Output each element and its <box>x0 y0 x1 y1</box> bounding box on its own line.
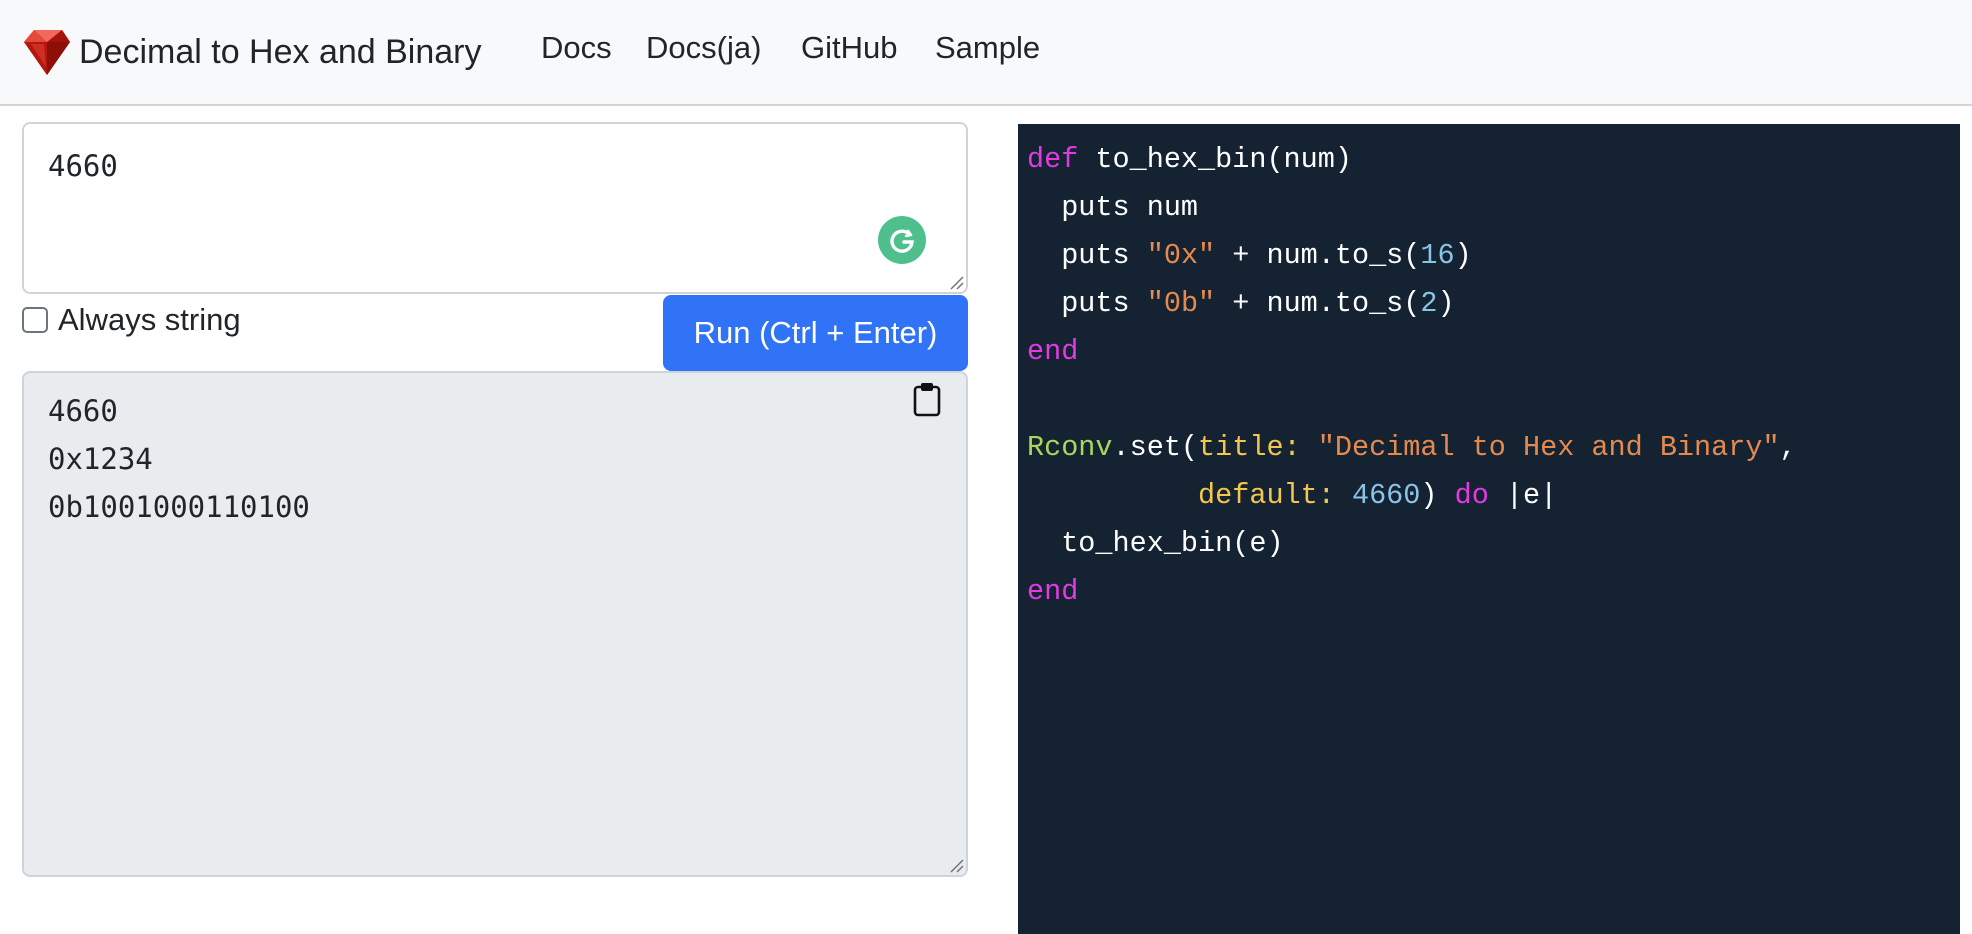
code-token: ) <box>1454 239 1472 272</box>
nav-link-docs[interactable]: Docs <box>541 30 612 66</box>
code-line: Rconv.set(title: "Decimal to Hex and Bin… <box>1027 424 1797 472</box>
code-token: + num.to_s( <box>1215 239 1421 272</box>
code-token: , <box>1779 431 1797 464</box>
code-token: puts <box>1027 239 1147 272</box>
nav-link-sample[interactable]: Sample <box>935 30 1040 66</box>
code-token: "0x" <box>1146 239 1216 272</box>
code-line: end <box>1027 328 1797 376</box>
always-string-label: Always string <box>58 302 241 337</box>
code-token: end <box>1027 335 1079 368</box>
code-token: puts <box>1027 287 1147 320</box>
code-token: |e| <box>1488 479 1558 512</box>
code-token: to_hex_bin(e) <box>1027 527 1284 560</box>
code-token: + num.to_s( <box>1215 287 1421 320</box>
code-token: title: <box>1198 431 1301 464</box>
nav-link-github[interactable]: GitHub <box>801 30 897 66</box>
code-token: end <box>1027 575 1079 608</box>
output-panel[interactable]: 4660 0x1234 0b1001000110100 <box>22 371 968 877</box>
resize-handle-icon[interactable] <box>948 857 964 873</box>
code-token: 2 <box>1420 287 1438 320</box>
code-line: to_hex_bin(e) <box>1027 520 1797 568</box>
input-textarea[interactable]: 4660 <box>22 122 968 294</box>
code-line: puts "0x" + num.to_s(16) <box>1027 232 1797 280</box>
code-token: puts num <box>1027 191 1199 224</box>
code-token: default: <box>1198 479 1335 512</box>
code-token: 16 <box>1420 239 1455 272</box>
code-line: def to_hex_bin(num) <box>1027 136 1797 184</box>
code-line: end <box>1027 568 1797 616</box>
code-lines: def to_hex_bin(num) puts num puts "0x" +… <box>1027 136 1797 616</box>
code-token: do <box>1454 479 1489 512</box>
code-token: .set( <box>1112 431 1199 464</box>
code-token: 4660 <box>1351 479 1421 512</box>
code-token: to_hex_bin(num) <box>1078 143 1352 176</box>
input-value: 4660 <box>48 149 118 183</box>
always-string-checkbox[interactable] <box>22 307 48 333</box>
code-token: ) <box>1437 287 1455 320</box>
code-line: default: 4660) do |e| <box>1027 472 1797 520</box>
code-token: Rconv <box>1027 431 1113 464</box>
output-line: 0x1234 <box>48 442 153 476</box>
navbar: Decimal to Hex and Binary Docs Docs(ja) … <box>0 0 1972 106</box>
clipboard-icon[interactable] <box>912 381 942 417</box>
run-button[interactable]: Run (Ctrl + Enter) <box>663 295 968 371</box>
grammarly-icon[interactable] <box>878 216 926 264</box>
output-text: 4660 0x1234 0b1001000110100 <box>48 387 310 531</box>
code-line: puts num <box>1027 184 1797 232</box>
code-token: ) <box>1420 479 1455 512</box>
output-line: 4660 <box>48 394 118 428</box>
output-line: 0b1001000110100 <box>48 490 310 524</box>
resize-handle-icon[interactable] <box>948 274 964 290</box>
code-token: "0b" <box>1146 287 1216 320</box>
code-line: puts "0b" + num.to_s(2) <box>1027 280 1797 328</box>
always-string-option[interactable]: Always string <box>22 300 241 340</box>
ruby-gem-icon <box>24 30 70 75</box>
code-editor[interactable]: def to_hex_bin(num) puts num puts "0x" +… <box>1018 124 1960 934</box>
nav-link-docs-ja[interactable]: Docs(ja) <box>646 30 761 66</box>
code-token: "Decimal to Hex and Binary" <box>1317 431 1780 464</box>
brand[interactable]: Decimal to Hex and Binary <box>22 26 482 78</box>
code-token: def <box>1027 143 1079 176</box>
brand-title: Decimal to Hex and Binary <box>79 32 482 71</box>
